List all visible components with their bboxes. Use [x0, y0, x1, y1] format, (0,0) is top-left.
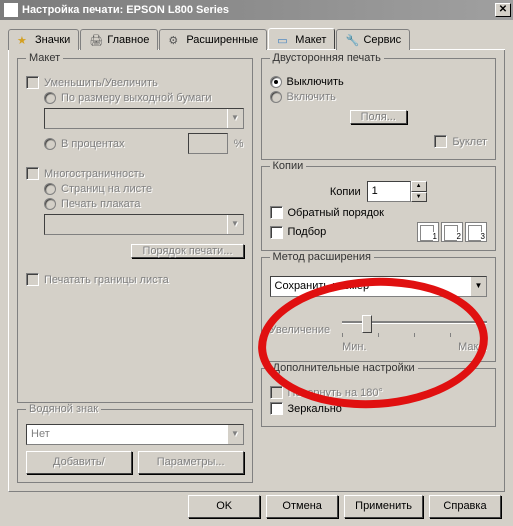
- tab-layout[interactable]: ▭Макет: [268, 28, 335, 49]
- cancel-button[interactable]: Отмена: [266, 495, 338, 518]
- pages-per-sheet-radio: Страниц на листе: [44, 183, 244, 195]
- tab-advanced[interactable]: ⚙Расширенные: [159, 29, 267, 50]
- reverse-order-checkbox[interactable]: Обратный порядок: [270, 206, 488, 219]
- printer-icon: 🖨: [89, 34, 103, 46]
- copies-group: Копии Копии 1 ▲▼ Обратный порядок Подбор…: [261, 166, 497, 251]
- collate-checkbox[interactable]: Подбор: [270, 226, 327, 239]
- margins-button: Поля...: [350, 110, 407, 124]
- booklet-checkbox: Буклет: [434, 135, 487, 148]
- multipage-checkbox[interactable]: Многостраничность: [26, 167, 244, 180]
- layout-group: Макет Уменьшить/Увеличить По размеру вых…: [17, 58, 253, 403]
- left-column: Макет Уменьшить/Увеличить По размеру вых…: [17, 58, 253, 483]
- extra-group: Дополнительные настройки Повернуть на 18…: [261, 368, 497, 427]
- duplex-on-radio: Включить: [270, 91, 488, 103]
- content-area: Макет Уменьшить/Увеличить По размеру вых…: [8, 50, 505, 492]
- chevron-down-icon: ▼: [227, 109, 243, 128]
- multipage-combo: ▼: [44, 214, 244, 235]
- help-button[interactable]: Справка: [429, 495, 501, 518]
- chevron-down-icon: ▼: [227, 215, 243, 234]
- collate-illustration: 1 2 3: [417, 222, 487, 242]
- tab-bar: ★Значки 🖨Главное ⚙Расширенные ▭Макет 🔧Се…: [8, 28, 505, 50]
- copies-legend: Копии: [270, 160, 307, 172]
- percent-input: [188, 133, 228, 154]
- enlarge-slider: [342, 311, 487, 337]
- titlebar: Настройка печати: EPSON L800 Series ✕: [0, 0, 513, 20]
- percent-radio: В процентах: [44, 138, 125, 150]
- copies-label: Копии: [330, 186, 361, 198]
- page-icon: ▭: [277, 34, 291, 46]
- output-size-combo: ▼: [44, 108, 244, 129]
- print-borders-checkbox[interactable]: Печатать границы листа: [26, 273, 244, 286]
- tab-service[interactable]: 🔧Сервис: [336, 29, 410, 50]
- expansion-method-combo[interactable]: Сохранить размер▼: [270, 276, 488, 297]
- window-title: Настройка печати: EPSON L800 Series: [22, 4, 495, 16]
- slider-thumb: [362, 315, 372, 333]
- star-icon: ★: [17, 34, 31, 46]
- rotate-checkbox: Повернуть на 180°: [270, 386, 488, 399]
- chevron-down-icon: ▼: [227, 425, 243, 444]
- duplex-group: Двусторонняя печать Выключить Включить П…: [261, 58, 497, 160]
- watermark-params-button: Параметры...: [138, 451, 244, 474]
- watermark-legend: Водяной знак: [26, 403, 101, 415]
- apply-button[interactable]: Применить: [344, 495, 423, 518]
- spin-up-icon[interactable]: ▲: [411, 181, 427, 192]
- chevron-down-icon: ▼: [470, 277, 486, 296]
- right-column: Двусторонняя печать Выключить Включить П…: [261, 58, 497, 483]
- poster-radio: Печать плаката: [44, 198, 244, 210]
- copies-spinbox[interactable]: 1 ▲▼: [367, 181, 427, 202]
- watermark-combo[interactable]: Нет▼: [26, 424, 244, 445]
- watermark-group: Водяной знак Нет▼ Добавить/Удалить... Па…: [17, 409, 253, 483]
- extra-legend: Дополнительные настройки: [270, 362, 418, 374]
- enlarge-label: Увеличение: [270, 324, 331, 336]
- spin-down-icon[interactable]: ▼: [411, 192, 427, 203]
- fit-output-radio: По размеру выходной бумаги: [44, 92, 244, 104]
- duplex-off-radio[interactable]: Выключить: [270, 76, 488, 88]
- reduce-enlarge-checkbox[interactable]: Уменьшить/Увеличить: [26, 76, 244, 89]
- print-order-button: Порядок печати...: [131, 244, 243, 258]
- close-button[interactable]: ✕: [495, 3, 511, 17]
- watermark-add-remove-button: Добавить/Удалить...: [26, 451, 132, 474]
- tab-icons[interactable]: ★Значки: [8, 29, 79, 50]
- wrench-icon: 🔧: [345, 34, 359, 46]
- expansion-legend: Метод расширения: [270, 251, 374, 263]
- duplex-legend: Двусторонняя печать: [270, 52, 384, 64]
- mirror-checkbox[interactable]: Зеркально: [270, 402, 488, 415]
- dialog-buttons: OK Отмена Применить Справка: [188, 495, 501, 518]
- gear-icon: ⚙: [168, 34, 182, 46]
- layout-legend: Макет: [26, 52, 63, 64]
- tab-main[interactable]: 🖨Главное: [80, 29, 158, 50]
- ok-button[interactable]: OK: [188, 495, 260, 518]
- app-icon: [4, 3, 18, 17]
- expansion-group: Метод расширения Сохранить размер▼ Увели…: [261, 257, 497, 362]
